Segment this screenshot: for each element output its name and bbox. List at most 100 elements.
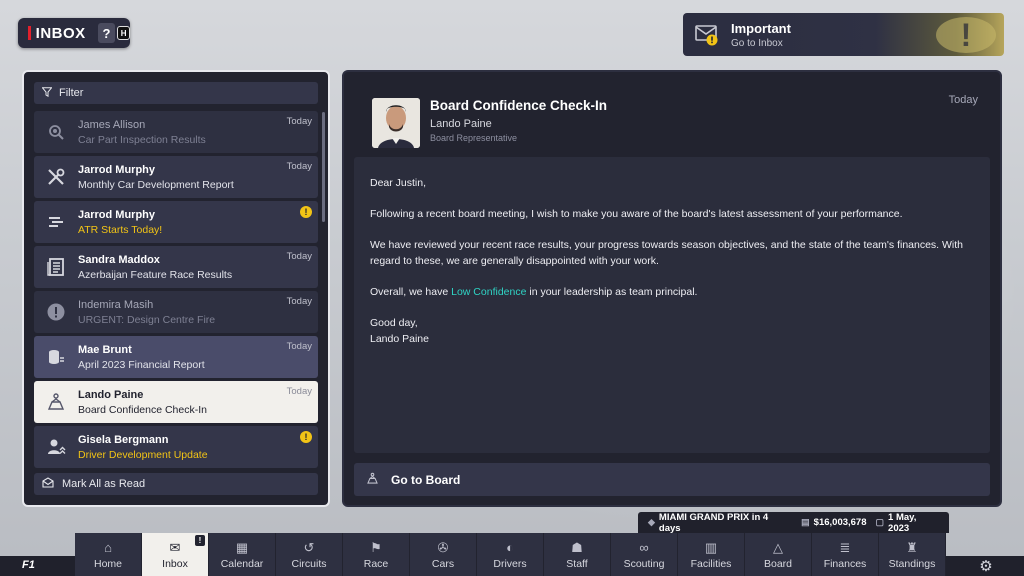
sender-name: Indemira Masih — [78, 298, 154, 311]
filter-label: Filter — [59, 87, 84, 99]
message-item[interactable]: Gisela Bergmann Driver Development Updat… — [34, 426, 318, 468]
tab-label: Drivers — [493, 557, 527, 570]
tab-label: Facilities — [690, 557, 732, 570]
tab-calendar[interactable]: ▦ Calendar — [209, 533, 276, 576]
tab-label: Board — [763, 557, 793, 570]
tab-label: Scouting — [623, 557, 665, 570]
car-icon: ✇ — [437, 539, 449, 555]
tab-staff[interactable]: ☗ Staff — [544, 533, 611, 576]
message-item-selected[interactable]: Lando Paine Board Confidence Check-In To… — [34, 381, 318, 423]
message-paragraph: We have reviewed your recent race result… — [370, 239, 964, 267]
next-race-status[interactable]: ◆ MIAMI GRAND PRIX in 4 days — [648, 512, 792, 534]
mark-all-read-button[interactable]: Mark All as Read — [34, 473, 318, 495]
sender-name: Jarrod Murphy — [78, 208, 156, 221]
tab-finances[interactable]: ≣ Finances — [812, 533, 879, 576]
go-to-board-button[interactable]: Go to Board — [354, 463, 990, 496]
message-date: Today — [286, 296, 312, 307]
status-bar: ◆ MIAMI GRAND PRIX in 4 days ▤ $16,003,6… — [638, 512, 949, 534]
coins-icon: ≣ — [839, 539, 851, 555]
tab-inbox[interactable]: ✉ Inbox ! — [142, 533, 209, 576]
tab-circuits[interactable]: ↺ Circuits — [276, 533, 343, 576]
alert-icon: ! — [300, 206, 312, 218]
date-status: ▢ 1 May, 2023 — [876, 512, 940, 534]
balance-status: ▤ $16,003,678 — [801, 517, 866, 528]
go-to-board-label: Go to Board — [391, 472, 461, 487]
message-item[interactable]: Sandra Maddox Azerbaijan Feature Race Re… — [34, 246, 318, 288]
exclamation-icon — [34, 291, 78, 333]
message-item[interactable]: Jarrod Murphy Monthly Car Development Re… — [34, 156, 318, 198]
message-paragraph: Overall, we have Low Confidence in your … — [370, 284, 974, 300]
message-subject: Monthly Car Development Report — [78, 178, 234, 191]
message-body: Dear Justin, Following a recent board me… — [354, 157, 990, 453]
tab-label: Home — [93, 557, 122, 570]
board-icon — [34, 381, 78, 423]
help-button[interactable]: ? — [97, 23, 116, 43]
tab-label: Cars — [431, 557, 455, 570]
tab-home[interactable]: ⌂ Home — [75, 533, 142, 576]
tab-label: Calendar — [220, 557, 264, 570]
trophy-icon: ♜ — [906, 539, 918, 555]
message-date: Today — [286, 161, 312, 172]
message-item[interactable]: Jarrod Murphy ATR Starts Today! ! — [34, 201, 318, 243]
sender-name: Sandra Maddox — [78, 253, 160, 266]
message-item[interactable]: Indemira Masih URGENT: Design Centre Fir… — [34, 291, 318, 333]
board-icon — [366, 472, 379, 488]
filter-button[interactable]: Filter — [34, 82, 318, 104]
message-date: Today — [286, 116, 312, 127]
paragraph-text: in your leadership as team principal. — [526, 286, 698, 298]
settings-gear-icon[interactable]: ⚙ — [977, 557, 995, 575]
important-notification[interactable]: Important Go to Inbox ! — [683, 13, 1004, 56]
inspection-icon — [34, 111, 78, 153]
mail-icon: ✉ — [169, 539, 181, 555]
message-signoff: Good day, — [370, 317, 418, 329]
notification-title: Important — [731, 20, 791, 36]
confidence-highlight: Low Confidence — [451, 286, 527, 298]
tab-race[interactable]: ⚑ Race — [343, 533, 410, 576]
tab-board[interactable]: △ Board — [745, 533, 812, 576]
tab-label: Finances — [823, 557, 867, 570]
tab-scouting[interactable]: ∞ Scouting — [611, 533, 678, 576]
calendar-icon: ▢ — [875, 517, 885, 527]
inbox-list-panel: Filter James Allison Car Part Inspection… — [22, 70, 330, 507]
message-subject: ATR Starts Today! — [78, 223, 163, 236]
message-list: James Allison Car Part Inspection Result… — [34, 111, 318, 471]
tab-facilities[interactable]: ▥ Facilities — [678, 533, 745, 576]
message-signature: Lando Paine — [370, 333, 429, 345]
home-icon: ⌂ — [104, 539, 112, 555]
newspaper-icon — [34, 246, 78, 288]
race-icon: ◆ — [648, 517, 655, 527]
message-item[interactable]: James Allison Car Part Inspection Result… — [34, 111, 318, 153]
date-label: 1 May, 2023 — [888, 511, 917, 534]
filter-icon — [41, 86, 53, 100]
calendar-icon: ▦ — [235, 539, 249, 555]
tab-standings[interactable]: ♜ Standings — [879, 533, 946, 576]
paragraph-text: Overall, we have — [370, 286, 452, 298]
message-header: Board Confidence Check-In Lando Paine Bo… — [344, 72, 1000, 157]
message-subject: URGENT: Design Centre Fire — [78, 313, 216, 326]
main-navigation: ⌂ Home ✉ Inbox ! ▦ Calendar ↺ Circuits ⚑… — [75, 533, 946, 576]
alert-icon: ! — [300, 431, 312, 443]
accent-bar — [28, 26, 31, 40]
list-scrollbar[interactable] — [322, 112, 325, 222]
mail-alert-icon — [695, 24, 719, 46]
tab-cars[interactable]: ✇ Cars — [410, 533, 477, 576]
f1-logo: F1 — [22, 559, 35, 571]
tab-drivers[interactable]: ◐ Drivers — [477, 533, 544, 576]
message-subject: Board Confidence Check-In — [78, 403, 207, 416]
tab-label: Staff — [566, 557, 588, 570]
message-sender-role: Board Representative — [430, 133, 518, 143]
message-item[interactable]: Mae Brunt April 2023 Financial Report To… — [34, 336, 318, 378]
message-subject: Driver Development Update — [78, 448, 208, 461]
mark-all-read-label: Mark All as Read — [62, 478, 146, 490]
help-hotkey: H — [117, 26, 130, 40]
circuit-icon: ↺ — [303, 539, 315, 555]
helmet-icon: ◐ — [506, 539, 514, 555]
facilities-icon: ▥ — [704, 539, 718, 555]
flag-icon: ⚑ — [370, 539, 382, 555]
tab-label: Circuits — [291, 557, 327, 570]
tab-label: Standings — [888, 557, 936, 570]
message-paragraph: Following a recent board meeting, I wish… — [370, 208, 903, 220]
balance-label: $16,003,678 — [813, 517, 867, 528]
sender-name: James Allison — [78, 118, 146, 131]
sender-name: Jarrod Murphy — [78, 163, 156, 176]
